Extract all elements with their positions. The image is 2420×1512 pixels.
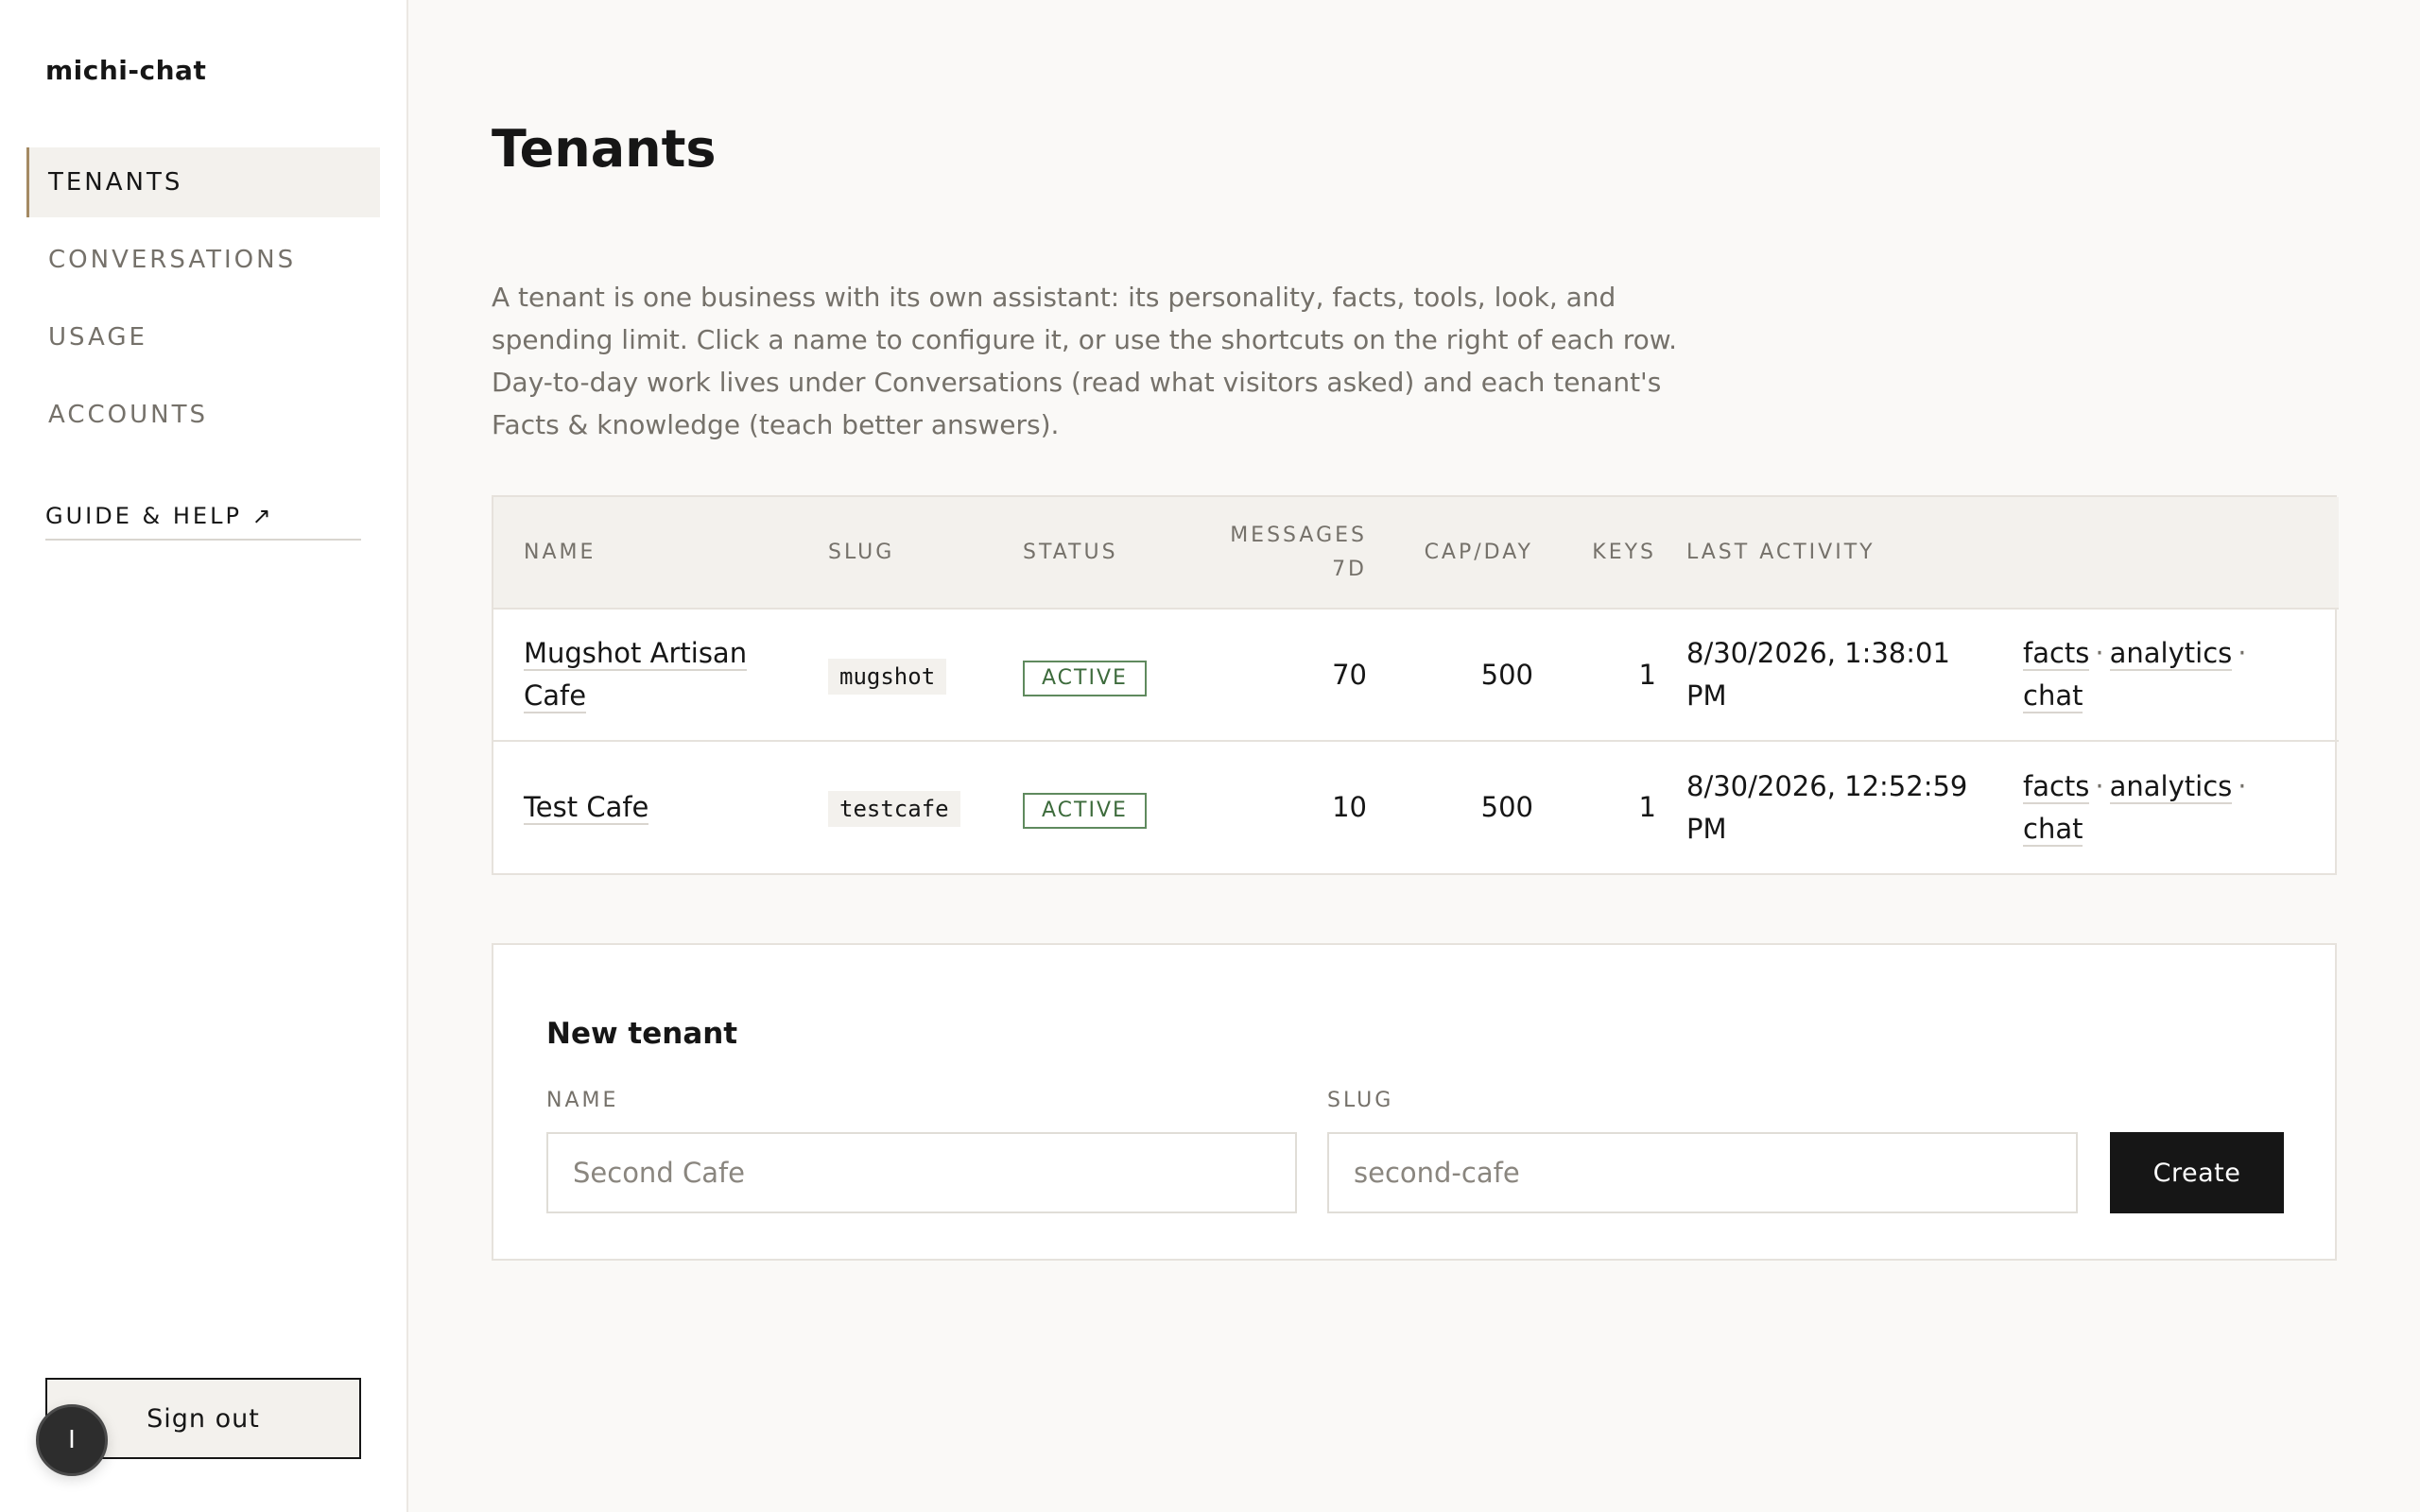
column-header-keys: KEYS <box>1592 540 1656 564</box>
messages-7d-value: 10 <box>1332 791 1367 823</box>
guide-help-link[interactable]: GUIDE & HELP ↗ <box>45 503 361 541</box>
avatar[interactable]: I <box>36 1404 108 1476</box>
tenant-name-link[interactable]: Test Cafe <box>524 791 649 825</box>
last-activity-value: 8/30/2026, 12:52:59 PM <box>1686 769 1968 845</box>
sidebar-item-accounts[interactable]: ACCOUNTS <box>26 380 380 450</box>
separator-dot: · <box>2095 769 2104 802</box>
brand-logo[interactable]: michi-chat <box>45 55 206 86</box>
chat-shortcut-link[interactable]: chat <box>2023 679 2083 713</box>
tenant-name-input[interactable] <box>546 1132 1297 1213</box>
name-field-label: NAME <box>546 1089 619 1112</box>
column-header-slug: SLUG <box>828 540 895 564</box>
column-header-shortcuts <box>1993 497 2339 609</box>
keys-value: 1 <box>1638 658 1656 691</box>
sidebar-item-usage[interactable]: USAGE <box>26 302 380 372</box>
table-row: Test Cafe testcafe ACTIVE 10 500 1 8/30/… <box>493 741 2339 873</box>
tenant-slug-input[interactable] <box>1327 1132 2078 1213</box>
separator-dot: · <box>2238 637 2247 669</box>
tenants-table: NAME SLUG STATUS MESSAGES 7D CAP/DAY KEY… <box>492 495 2339 875</box>
sidebar: michi-chat TENANTS CONVERSATIONS USAGE A… <box>0 0 408 1512</box>
column-header-status: STATUS <box>1023 540 1118 564</box>
keys-value: 1 <box>1638 791 1656 823</box>
sidebar-nav: TENANTS CONVERSATIONS USAGE ACCOUNTS <box>26 147 380 457</box>
tenant-slug: mugshot <box>828 658 947 695</box>
status-badge: ACTIVE <box>1023 793 1147 829</box>
tenant-name-link[interactable]: Mugshot Artisan Cafe <box>524 637 748 713</box>
new-tenant-card: New tenant NAME SLUG Create <box>492 943 2337 1261</box>
facts-shortcut-link[interactable]: facts <box>2023 769 2090 804</box>
separator-dot: · <box>2238 769 2247 802</box>
tenant-slug: testcafe <box>828 791 960 827</box>
chat-shortcut-link[interactable]: chat <box>2023 812 2083 847</box>
sidebar-item-conversations[interactable]: CONVERSATIONS <box>26 225 380 295</box>
row-shortcuts: facts · analytics · chat <box>1993 609 2339 741</box>
sidebar-item-tenants[interactable]: TENANTS <box>26 147 380 217</box>
last-activity-value: 8/30/2026, 1:38:01 PM <box>1686 637 1950 712</box>
analytics-shortcut-link[interactable]: analytics <box>2109 769 2233 804</box>
table-header-row: NAME SLUG STATUS MESSAGES 7D CAP/DAY KEY… <box>493 497 2339 609</box>
row-shortcuts: facts · analytics · chat <box>1993 741 2339 873</box>
cap-day-value: 500 <box>1480 791 1533 823</box>
column-header-name: NAME <box>524 540 596 564</box>
column-header-messages-7d: MESSAGES 7D <box>1230 523 1367 581</box>
create-tenant-button[interactable]: Create <box>2110 1132 2284 1213</box>
slug-field-label: SLUG <box>1327 1089 1394 1112</box>
analytics-shortcut-link[interactable]: analytics <box>2109 637 2233 671</box>
new-tenant-title: New tenant <box>546 1017 738 1051</box>
cap-day-value: 500 <box>1480 658 1533 691</box>
messages-7d-value: 70 <box>1332 658 1367 691</box>
separator-dot: · <box>2095 637 2104 669</box>
intro-text: A tenant is one business with its own as… <box>492 282 1678 440</box>
facts-shortcut-link[interactable]: facts <box>2023 637 2090 671</box>
page-title: Tenants <box>492 119 717 179</box>
column-header-last-activity: LAST ACTIVITY <box>1686 540 1876 564</box>
table-row: Mugshot Artisan Cafe mugshot ACTIVE 70 5… <box>493 609 2339 741</box>
status-badge: ACTIVE <box>1023 660 1147 696</box>
column-header-cap-day: CAP/DAY <box>1424 540 1533 564</box>
